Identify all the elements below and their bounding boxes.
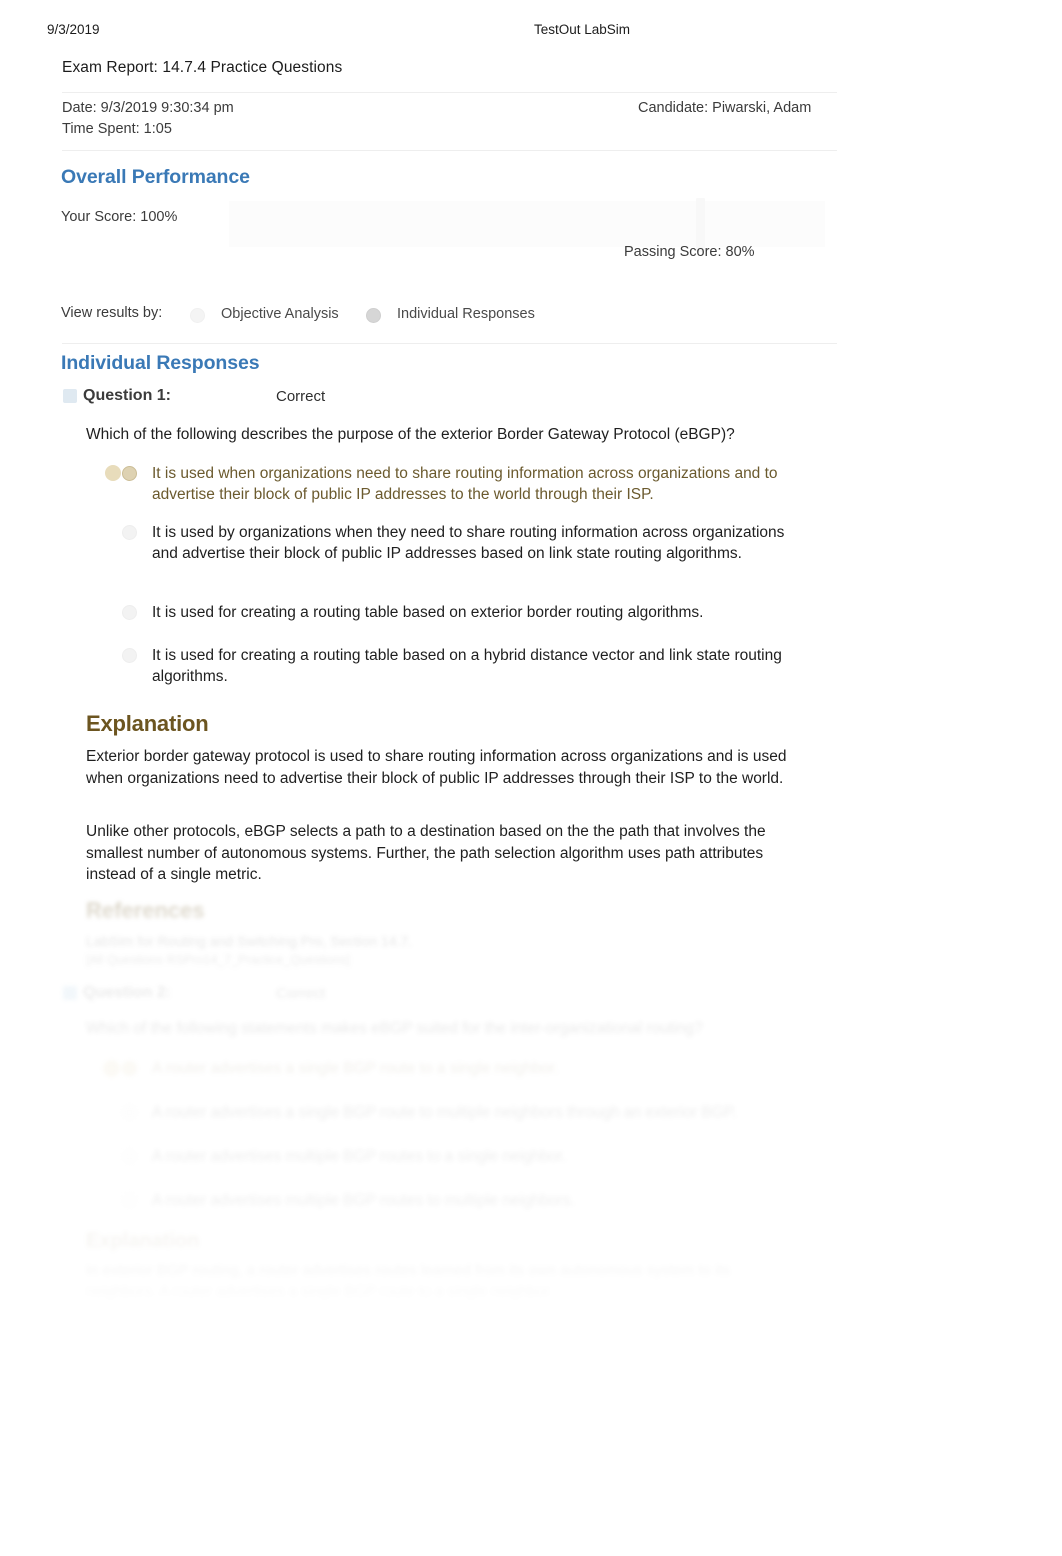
explanation-paragraph: In exterior BGP routing, a router advert… [86,1262,731,1300]
answer-option[interactable]: A router advertises multiple BGP routes … [0,1146,1062,1170]
print-app-name: TestOut LabSim [534,22,631,37]
answer-option-text: A router advertises multiple BGP routes … [152,1192,575,1209]
answer-radio[interactable] [122,1105,137,1120]
answer-option[interactable]: A router advertises a single BGP route t… [0,1102,1062,1126]
divider-view-results [62,343,837,344]
answer-radio[interactable] [122,1193,137,1208]
reference-line: [All Questions RSPro14_7_Practice_Questi… [86,953,351,967]
explanation-heading: Explanation [86,1230,200,1252]
selected-answer-icon [103,1060,120,1077]
answer-radio[interactable] [122,466,137,481]
divider-meta [62,150,837,151]
page-title: Exam Report: 14.7.4 Practice Questions [62,59,343,76]
your-score-label: Your Score: 100% [61,209,178,225]
answer-option-text: A router advertises a single BGP route t… [152,1104,737,1121]
score-row: Your Score: 100% Passing Score: 80% [0,198,1062,265]
score-progress-bar [229,198,825,252]
status-badge: Correct [276,388,326,405]
question-header: Question 1: Correct [0,387,1062,411]
report-date: Date: 9/3/2019 9:30:34 pm [62,100,234,116]
label-objective-analysis[interactable]: Objective Analysis [221,306,339,322]
answer-option[interactable]: A router advertises a single BGP route t… [0,1058,1062,1082]
answer-option-text: A router advertises multiple BGP routes … [152,1148,567,1165]
question-prompt: Which of the following statements makes … [86,1020,703,1037]
question-label: Question 2: [83,984,172,1001]
answer-option-text: It is used for creating a routing table … [152,604,704,621]
label-individual-responses[interactable]: Individual Responses [397,306,535,322]
question-label: Question 1: [83,387,172,404]
references-heading: References [86,898,205,923]
question-status-icon [63,986,77,1000]
answer-option[interactable]: It is used by organizations when they ne… [0,522,1062,585]
selected-answer-icon [105,465,121,481]
answer-option-text: A router advertises a single BGP route t… [152,1060,559,1077]
view-results-by-row: View results by: Objective Analysis Indi… [0,303,1062,333]
answer-option-text: It is used by organizations when they ne… [152,524,785,562]
individual-responses-heading: Individual Responses [61,352,260,374]
answer-radio[interactable] [122,648,137,663]
explanation-paragraph: Exterior border gateway protocol is used… [86,748,787,787]
report-meta: Date: 9/3/2019 9:30:34 pm Time Spent: 1:… [0,100,1062,140]
answer-option[interactable]: It is used for creating a routing table … [0,645,1062,687]
print-header: 9/3/2019 TestOut LabSim [0,22,1062,44]
reference-line: LabSim for Routing and Switching Pro, Se… [86,933,413,949]
answer-radio[interactable] [122,525,137,540]
report-candidate: Candidate: Piwarski, Adam [638,100,812,116]
question-status-icon [63,389,77,403]
answer-option[interactable]: It is used when organizations need to sh… [0,463,1062,505]
question-prompt: Which of the following describes the pur… [86,426,735,443]
answer-radio[interactable] [122,605,137,620]
answer-option-text: It is used when organizations need to sh… [152,465,778,503]
status-badge: Correct [276,985,326,1002]
passing-score-label: Passing Score: 80% [624,244,755,260]
answer-options: It is used when organizations need to sh… [0,463,1062,704]
divider-top [62,92,837,93]
answer-radio[interactable] [122,1149,137,1164]
explanation-heading: Explanation [86,711,209,736]
radio-objective-analysis[interactable] [190,308,205,323]
answer-radio[interactable] [122,1061,137,1076]
report-time-spent: Time Spent: 1:05 [62,121,172,137]
score-progress-fill [230,202,824,246]
explanation-paragraph: Unlike other protocols, eBGP selects a p… [86,823,766,883]
overall-performance-heading: Overall Performance [61,166,250,188]
print-date: 9/3/2019 [47,22,100,37]
answer-option[interactable]: It is used for creating a routing table … [0,602,1062,628]
view-results-by-label: View results by: [61,305,163,321]
radio-individual-responses[interactable] [366,308,381,323]
answer-option-text: It is used for creating a routing table … [152,647,782,685]
exam-report-page: 9/3/2019 TestOut LabSim Exam Report: 14.… [0,0,1062,1556]
faded-page-tail: References LabSim for Routing and Switch… [0,890,1062,1370]
answer-option[interactable]: A router advertises multiple BGP routes … [0,1190,1062,1214]
answer-options: A router advertises a single BGP route t… [0,1058,1062,1234]
